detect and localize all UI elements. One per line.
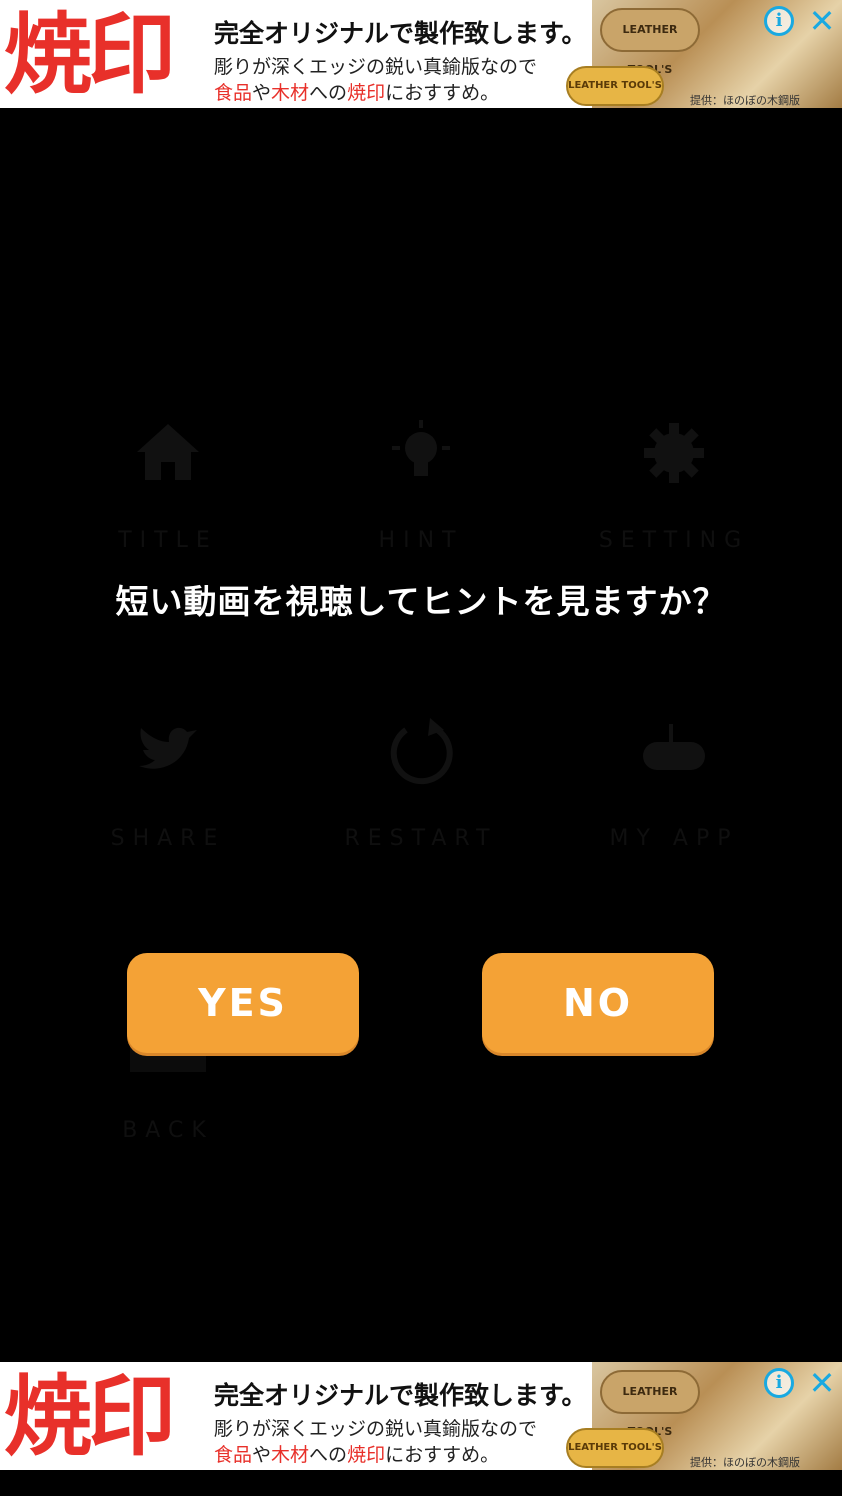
ad-credit: 提供：ほのぼの木鋼版 (690, 1456, 800, 1469)
dialog-message: 短い動画を視聴してヒントを見ますか？ (115, 582, 727, 621)
menu-label: RESTART (344, 826, 498, 851)
menu-label: SETTING (598, 528, 750, 553)
ad-info-icon[interactable]: i (764, 1368, 794, 1398)
ad-text-fragment: 焼印 (347, 82, 386, 104)
ad-text-fragment: 木材 (271, 1444, 310, 1466)
ad-text-fragment: 木材 (271, 82, 310, 104)
ad-stamp-image: LEATHER TOOL'S (566, 1428, 664, 1468)
ad-text-fragment: 食品 (214, 82, 253, 104)
ad-text-fragment: への (309, 82, 348, 104)
menu-item-title: TITLE (68, 418, 268, 553)
menu-label: SHARE (110, 826, 226, 851)
ad-close-icon[interactable]: ✕ (806, 4, 838, 38)
menu-item-back: BACK (68, 1078, 268, 1143)
ad-big-text: 焼印 (4, 2, 176, 106)
yes-button[interactable]: YES (127, 953, 359, 1053)
ad-stamp-image: LEATHER TOOL'S (600, 8, 700, 76)
ad-text-fragment: への (309, 1444, 348, 1466)
ad-info-icon[interactable]: i (764, 6, 794, 36)
ad-text-fragment: 食品 (214, 1444, 253, 1466)
menu-item-my-app: MY APP (574, 716, 774, 851)
ad-stamp-image: LEATHER TOOL'S (600, 1370, 700, 1438)
ad-stamp-image: LEATHER TOOL'S (566, 66, 664, 106)
menu-item-setting: SETTING (574, 418, 774, 553)
ad-banner-bottom[interactable]: 焼印 完全オリジナルで製作致します。 彫りが深くエッジの鋭い真鍮版なので 食品や… (0, 1362, 842, 1470)
gear-icon (639, 418, 709, 488)
ad-text-fragment: や (252, 1444, 272, 1466)
menu-item-share: SHARE (68, 716, 268, 851)
lightbulb-icon (386, 418, 456, 488)
ad-text-line2: 彫りが深くエッジの鋭い真鍮版なので (214, 56, 538, 78)
ad-text-line3: 食品や木材への焼印におすすめ。 (214, 78, 499, 105)
ad-text-fragment: 焼印 (347, 1444, 386, 1466)
ad-close-icon[interactable]: ✕ (806, 1366, 838, 1400)
ad-headline: 完全オリジナルで製作致します。 (214, 19, 587, 48)
ad-headline: 完全オリジナルで製作致します。 (214, 1381, 587, 1410)
gamepad-icon (639, 716, 709, 786)
menu-item-hint: HINT (321, 418, 521, 553)
ad-text-fragment: におすすめ。 (385, 1444, 500, 1466)
ad-banner-top[interactable]: 焼印 完全オリジナルで製作致します。 彫りが深くエッジの鋭い真鍮版なので 食品や… (0, 0, 842, 108)
menu-label: BACK (122, 1118, 214, 1143)
no-button[interactable]: NO (482, 953, 714, 1053)
ad-text-fragment: や (252, 82, 272, 104)
menu-label: HINT (378, 528, 464, 553)
ad-text-line3: 食品や木材への焼印におすすめ。 (214, 1440, 499, 1467)
ad-big-text: 焼印 (4, 1364, 176, 1468)
menu-label: TITLE (118, 528, 218, 553)
menu-item-restart: RESTART (321, 716, 521, 851)
ad-text-fragment: におすすめ。 (385, 82, 500, 104)
twitter-icon (133, 716, 203, 786)
ad-text-line2: 彫りが深くエッジの鋭い真鍮版なので (214, 1418, 538, 1440)
menu-label: MY APP (609, 826, 739, 851)
ad-credit: 提供：ほのぼの木鋼版 (690, 94, 800, 107)
home-icon (133, 418, 203, 488)
restart-icon (386, 716, 456, 786)
